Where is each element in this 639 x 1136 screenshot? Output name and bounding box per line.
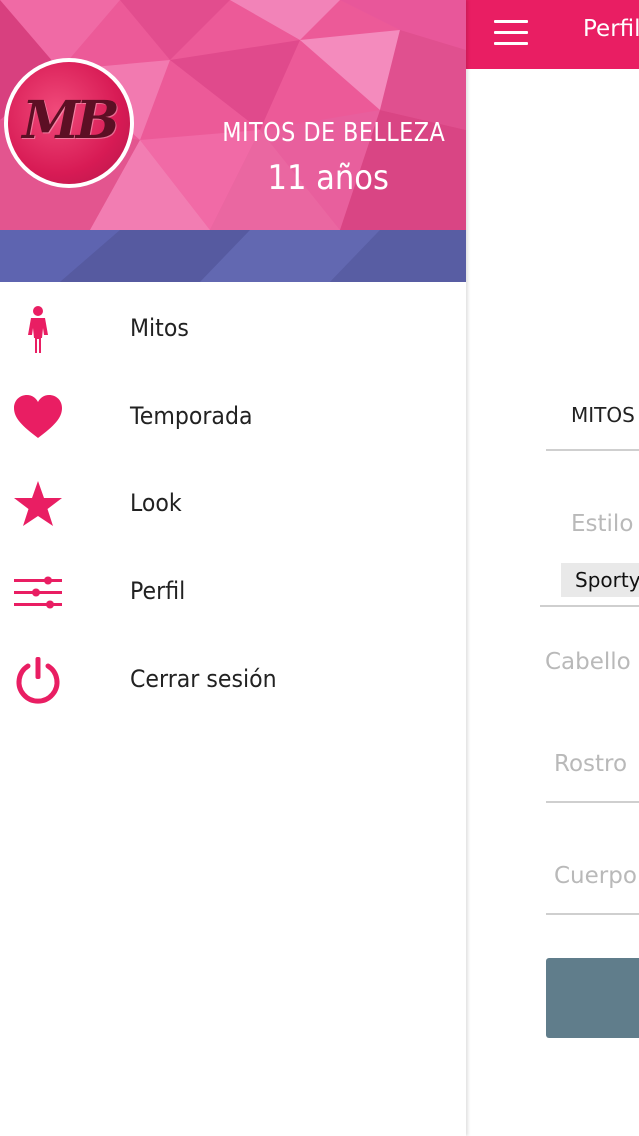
save-button[interactable] xyxy=(546,958,639,1038)
menu-item-look[interactable]: Look xyxy=(0,459,466,547)
profile-mitos-heading: MITOS xyxy=(571,403,635,427)
woman-icon xyxy=(12,304,64,356)
navigation-drawer: MB MITOS DE BELLEZA 11 años Mitos Tempor… xyxy=(0,0,466,1136)
cabello-field[interactable]: Cabello xyxy=(545,649,631,675)
brand-logo: MB xyxy=(22,90,120,151)
brand-logo-avatar: MB xyxy=(4,58,134,188)
app-bar-title: Perfil xyxy=(583,16,639,42)
cuerpo-field[interactable]: Cuerpo xyxy=(554,863,637,889)
menu-item-cerrar-sesion[interactable]: Cerrar sesión xyxy=(0,635,466,723)
menu-item-temporada[interactable]: Temporada xyxy=(0,372,466,460)
drawer-header: MB MITOS DE BELLEZA 11 años xyxy=(0,0,466,282)
power-icon xyxy=(12,655,64,707)
profile-form: MITOS Estilo Sporty Cabello Rostro Cuerp… xyxy=(466,69,639,1136)
brand-anniversary: 11 años xyxy=(267,158,389,198)
menu-item-mitos[interactable]: Mitos xyxy=(0,284,466,372)
brand-name: MITOS DE BELLEZA xyxy=(222,118,445,148)
menu-item-label: Temporada xyxy=(130,402,253,430)
menu-item-label: Look xyxy=(130,489,182,517)
star-icon xyxy=(12,479,64,531)
divider xyxy=(546,913,639,915)
menu-item-label: Cerrar sesión xyxy=(130,665,277,693)
heart-icon xyxy=(12,392,64,444)
estilo-select[interactable]: Sporty xyxy=(561,563,639,597)
menu-item-label: Mitos xyxy=(130,314,189,342)
divider xyxy=(546,801,639,803)
divider xyxy=(540,605,639,607)
divider xyxy=(546,449,639,451)
app-bar: Perfil xyxy=(466,0,639,69)
rostro-field[interactable]: Rostro xyxy=(554,751,627,777)
estilo-label: Estilo xyxy=(571,511,634,537)
hamburger-menu-icon[interactable] xyxy=(494,20,528,46)
menu-item-label: Perfil xyxy=(130,577,186,605)
sliders-icon xyxy=(12,567,64,619)
menu-item-perfil[interactable]: Perfil xyxy=(0,547,466,635)
